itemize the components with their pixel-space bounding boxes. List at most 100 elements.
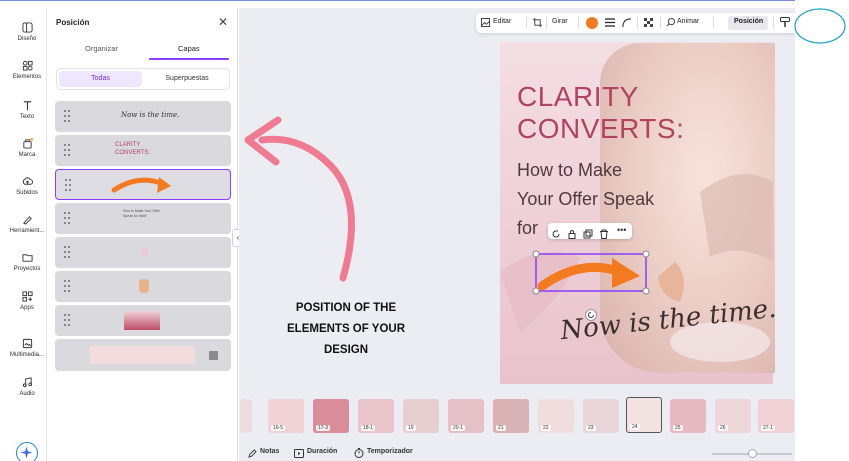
rail-label: Apps (20, 305, 34, 311)
drag-handle-icon[interactable] (64, 314, 71, 326)
color-swatch (209, 351, 218, 360)
page-thumbnail[interactable]: 17-3 (313, 399, 349, 433)
animate-button[interactable]: Animar (677, 18, 699, 25)
rail-item-uploads[interactable]: Subidos (7, 176, 47, 196)
page-thumbnail[interactable]: 23 (583, 399, 619, 433)
page-number-label: 19 (406, 425, 416, 431)
rail-item-design[interactable]: Diseño (7, 22, 47, 42)
layer-filter: Todas Superpuestas (56, 68, 230, 90)
page-thumbnail[interactable]: 20-1 (448, 399, 484, 433)
timer-icon (354, 448, 364, 458)
rotate-icon[interactable] (551, 226, 561, 238)
rail-item-elements[interactable]: Elementos (7, 60, 47, 80)
color-swatch-button[interactable] (586, 17, 598, 29)
divider (637, 17, 638, 29)
duration-icon (294, 449, 304, 458)
page-thumbnail[interactable]: 22 (538, 399, 574, 433)
transparency-icon[interactable] (644, 18, 653, 27)
rail-item-media[interactable]: Multimedia... (7, 338, 47, 358)
layer-preview-background (90, 346, 195, 364)
rail-item-brand[interactable]: Marca (7, 138, 47, 158)
draw-icon (22, 216, 32, 225)
layer-row[interactable]: How to Make Your Offer Speak for Itself (55, 203, 231, 234)
position-button[interactable]: Posición (734, 18, 763, 25)
zoom-slider-thumb[interactable] (748, 449, 757, 458)
filter-all[interactable]: Todas (59, 71, 142, 87)
drag-handle-icon[interactable] (64, 246, 71, 258)
annotation-line: DESIGN (323, 344, 369, 356)
magic-button[interactable] (16, 442, 38, 461)
page-thumbnail[interactable]: 16-5 (268, 399, 304, 433)
page-number-label: 16-5 (271, 425, 286, 431)
rail-label: Texto (19, 114, 35, 120)
corner-curve-icon[interactable] (622, 18, 631, 27)
rail-item-text[interactable]: Texto (7, 100, 47, 120)
rail-item-projects[interactable]: Proyectos (7, 252, 47, 272)
page-thumbnail[interactable]: 27-1 (758, 399, 794, 433)
drag-handle-icon[interactable] (65, 179, 72, 191)
line-weight-icon[interactable] (605, 18, 615, 27)
layer-row[interactable] (55, 305, 231, 336)
media-icon (22, 338, 32, 349)
more-options-icon[interactable]: ••• (617, 226, 627, 236)
duplicate-icon[interactable] (583, 226, 593, 239)
rail-item-tools[interactable]: Herramient... (7, 214, 47, 234)
notes-button[interactable]: Notas (260, 448, 279, 455)
crop-icon[interactable] (533, 18, 542, 27)
drag-handle-icon[interactable] (64, 110, 71, 122)
page-thumbnail[interactable]: 25 (670, 399, 706, 433)
layer-row[interactable] (55, 339, 231, 371)
selected-arrow-element[interactable] (532, 250, 650, 296)
canvas-heading-line2[interactable]: CONVERTS: (517, 114, 684, 144)
canvas-subtext-line3[interactable]: for (517, 215, 538, 242)
duration-button[interactable]: Duración (307, 448, 337, 455)
rail-label: Diseño (17, 36, 37, 42)
layer-row-selected[interactable] (55, 169, 231, 200)
audio-icon (22, 377, 32, 388)
page-thumbnail[interactable]: 21 (493, 399, 529, 433)
close-icon[interactable]: ✕ (218, 15, 228, 29)
canvas-subtext-line2[interactable]: Your Offer Speak (517, 186, 654, 213)
layer-row[interactable]: CLARITY CONVERTS: (55, 135, 231, 166)
page-thumbnail[interactable]: 26 (715, 399, 751, 433)
page-number-label: 23 (586, 425, 596, 431)
upload-icon (22, 177, 33, 185)
annotation-line: ELEMENTS OF YOUR (287, 323, 405, 335)
page-number-label: 25 (673, 425, 683, 431)
canvas-subtext-line1[interactable]: How to Make (517, 157, 622, 184)
rotate-handle-icon[interactable] (585, 309, 597, 321)
paint-roller-icon[interactable] (780, 17, 790, 28)
filter-overlapping[interactable]: Superpuestas (145, 71, 229, 87)
page-number-label: 26 (718, 425, 728, 431)
position-panel: Posición ✕ Organizar Capas Todas Superpu… (47, 8, 238, 461)
rail-item-apps[interactable]: Apps (7, 291, 47, 311)
drag-handle-icon[interactable] (64, 212, 71, 224)
page-number-label: 17-3 (316, 425, 331, 431)
layer-row[interactable] (55, 271, 231, 302)
notes-icon (248, 449, 257, 458)
page-thumbnail[interactable]: 19 (403, 399, 439, 433)
page-thumbnail-selected[interactable]: 24 (626, 397, 662, 433)
layer-row[interactable]: Now is the time. (55, 101, 231, 132)
drag-handle-icon[interactable] (64, 144, 71, 156)
edit-button[interactable]: Editar (493, 18, 511, 25)
layer-preview-photo (124, 311, 160, 330)
tab-arrange[interactable]: Organizar (85, 44, 118, 53)
folder-icon (21, 254, 33, 262)
canvas-heading-line1[interactable]: CLARITY (517, 82, 639, 112)
page-number-label: 20-1 (451, 425, 466, 431)
timer-button[interactable]: Temporizador (367, 448, 413, 455)
page-thumbnail[interactable]: 18-1 (358, 399, 394, 433)
page-number-label: 24 (630, 424, 640, 430)
drag-handle-icon[interactable] (64, 280, 71, 292)
tab-layers[interactable]: Capas (178, 44, 200, 53)
rail-label: Herramient... (9, 228, 45, 234)
delete-icon[interactable] (599, 226, 609, 239)
rail-item-audio[interactable]: Audio (7, 377, 47, 397)
layer-row[interactable] (55, 237, 231, 268)
page-number-label: 22 (541, 425, 551, 431)
page-thumbnail[interactable] (240, 399, 252, 433)
pointer-arrow (244, 116, 355, 282)
rotate-button[interactable]: Girar (552, 18, 568, 25)
lock-icon[interactable] (567, 226, 577, 239)
